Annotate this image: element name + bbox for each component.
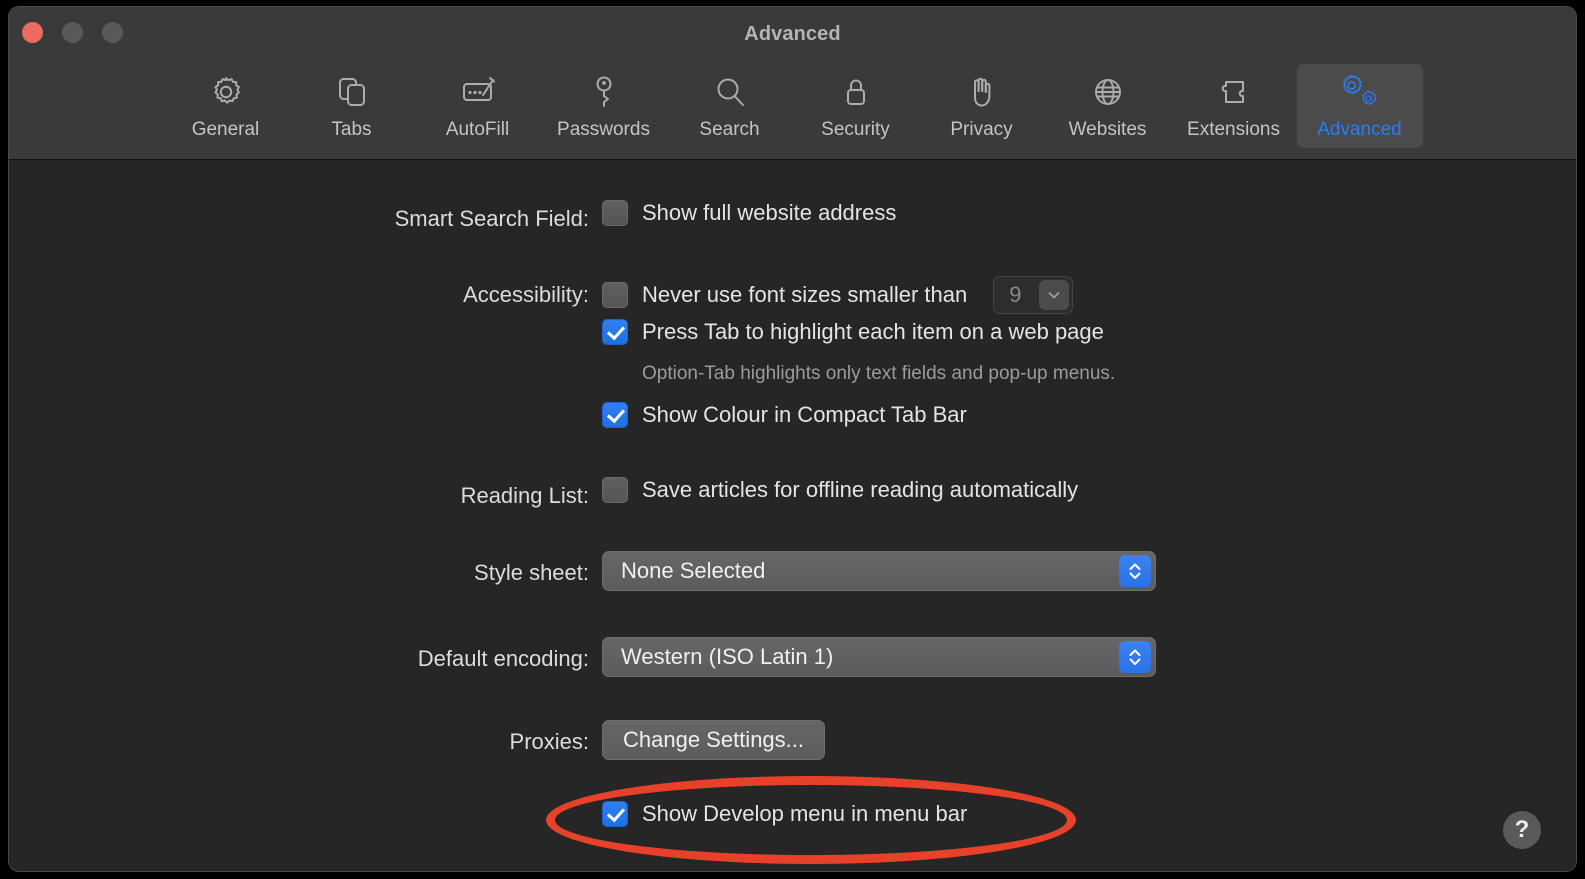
tab-websites-label: Websites — [1068, 119, 1147, 140]
tab-advanced-label: Advanced — [1317, 119, 1402, 140]
tab-tabs-label: Tabs — [331, 119, 372, 140]
style-sheet-value: None Selected — [621, 558, 766, 583]
accessibility-label: Accessibility: — [463, 282, 589, 307]
default-encoding-dropdown[interactable]: Western (ISO Latin 1) — [602, 637, 1156, 677]
tab-autofill[interactable]: AutoFill — [415, 64, 541, 148]
help-button[interactable]: ? — [1503, 811, 1541, 849]
lock-icon — [836, 71, 876, 113]
change-settings-button-label: Change Settings... — [623, 727, 805, 752]
titlebar-toolbar: Advanced General Tabs AutoFill Passwords… — [9, 7, 1576, 160]
checkbox-show-colour-compact-tab-bar[interactable] — [602, 402, 628, 428]
checkbox-never-use-font-sizes[interactable] — [602, 282, 628, 308]
proxies-label: Proxies: — [509, 729, 589, 754]
press-tab-hint: Option-Tab highlights only text fields a… — [642, 363, 1115, 385]
tab-passwords[interactable]: Passwords — [541, 64, 667, 148]
row-show-full-website-address[interactable]: Show full website address — [602, 200, 896, 226]
autofill-icon — [458, 71, 498, 113]
tab-autofill-label: AutoFill — [445, 119, 510, 140]
tab-websites[interactable]: Websites — [1045, 64, 1171, 148]
font-size-value: 9 — [1009, 282, 1022, 307]
checkbox-show-full-website-address[interactable] — [602, 200, 628, 226]
row-press-tab-highlight[interactable]: Press Tab to highlight each item on a we… — [602, 319, 1104, 345]
magnifier-icon — [710, 71, 750, 113]
row-never-use-font-sizes[interactable]: Never use font sizes smaller than 9 — [602, 276, 1074, 314]
checkbox-save-articles-offline-label: Save articles for offline reading automa… — [642, 477, 1079, 502]
change-settings-button[interactable]: Change Settings... — [602, 720, 826, 760]
reading-list-label: Reading List: — [460, 483, 589, 508]
tab-privacy-label: Privacy — [950, 119, 1013, 140]
tab-passwords-label: Passwords — [557, 119, 650, 140]
tab-privacy[interactable]: Privacy — [919, 64, 1045, 148]
tab-general-label: General — [191, 119, 260, 140]
checkbox-show-colour-compact-tab-bar-label: Show Colour in Compact Tab Bar — [642, 402, 967, 427]
globe-icon — [1088, 71, 1128, 113]
chevron-down-icon — [1039, 280, 1070, 310]
preferences-toolbar: General Tabs AutoFill Passwords Search S… — [9, 64, 1576, 148]
smart-search-field-label: Smart Search Field: — [394, 206, 589, 231]
checkbox-show-full-website-address-label: Show full website address — [642, 200, 897, 225]
default-encoding-value: Western (ISO Latin 1) — [621, 644, 834, 669]
row-show-develop-menu[interactable]: Show Develop menu in menu bar — [602, 801, 967, 827]
checkbox-save-articles-offline[interactable] — [602, 477, 628, 503]
tab-general[interactable]: General — [163, 64, 289, 148]
default-encoding-label: Default encoding: — [417, 646, 589, 671]
row-save-articles-offline[interactable]: Save articles for offline reading automa… — [602, 477, 1078, 503]
key-icon — [584, 71, 624, 113]
style-sheet-label: Style sheet: — [474, 560, 589, 585]
up-down-chevron-icon — [1119, 641, 1151, 673]
style-sheet-dropdown[interactable]: None Selected — [602, 551, 1156, 591]
preferences-window: Advanced General Tabs AutoFill Passwords… — [8, 6, 1577, 872]
checkbox-press-tab-highlight-label: Press Tab to highlight each item on a we… — [642, 319, 1104, 344]
tab-advanced[interactable]: Advanced — [1296, 64, 1423, 148]
row-show-colour-compact-tab-bar[interactable]: Show Colour in Compact Tab Bar — [602, 402, 967, 428]
checkbox-press-tab-highlight[interactable] — [602, 319, 628, 345]
gear-icon — [206, 71, 246, 113]
tab-extensions[interactable]: Extensions — [1171, 64, 1297, 148]
tab-security[interactable]: Security — [793, 64, 919, 148]
checkbox-show-develop-menu[interactable] — [602, 801, 628, 827]
tabs-icon — [332, 71, 372, 113]
tab-extensions-label: Extensions — [1187, 119, 1280, 140]
font-size-dropdown[interactable]: 9 — [993, 276, 1074, 314]
puzzle-icon — [1214, 71, 1254, 113]
up-down-chevron-icon — [1119, 555, 1151, 587]
window-title: Advanced — [744, 23, 841, 45]
tab-search-label: Search — [699, 119, 760, 140]
tab-search[interactable]: Search — [667, 64, 793, 148]
advanced-settings-pane: Smart Search Field: Show full website ad… — [9, 160, 1576, 871]
checkbox-never-use-font-sizes-label: Never use font sizes smaller than — [642, 282, 968, 307]
press-tab-hint-text: Option-Tab highlights only text fields a… — [642, 363, 1116, 384]
double-gear-icon — [1338, 71, 1382, 113]
hand-icon — [962, 71, 1002, 113]
checkbox-show-develop-menu-label: Show Develop menu in menu bar — [642, 801, 968, 826]
tab-tabs[interactable]: Tabs — [289, 64, 415, 148]
tab-security-label: Security — [821, 119, 890, 140]
